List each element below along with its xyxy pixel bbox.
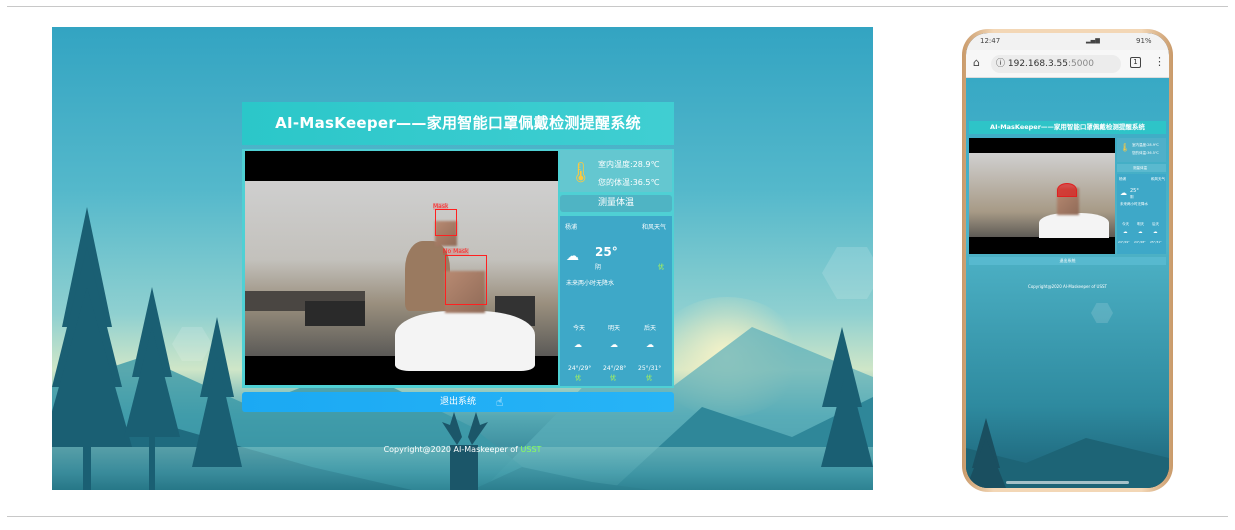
detection-box <box>435 209 457 236</box>
temperature-card: 🌡 室内温度:28.9℃ 您的体温:36.5℃ <box>560 150 672 192</box>
measure-label: 测量体温 <box>1133 166 1147 170</box>
mobile-measure-button[interactable]: 测量体温 <box>1117 164 1166 172</box>
mobile-temperature-card: 🌡 室内温度:28.9℃ 您的体温:36.5℃ <box>1117 138 1166 162</box>
home-indicator <box>1006 481 1129 484</box>
mobile-camera-scene <box>969 153 1115 238</box>
weather-provider[interactable]: 和风天气 <box>642 222 666 231</box>
copyright-highlight: USST <box>520 445 542 454</box>
camera-feed: Mask No Mask <box>245 151 558 385</box>
cloud-icon: ☁ <box>646 340 654 349</box>
main-content: Mask No Mask 🌡 室内温度:28.9℃ 您的体温:36.5℃ 测量体… <box>242 149 674 388</box>
rain-forecast: 未来两小时无降水 <box>566 280 615 287</box>
weather-city: 杨浦 <box>565 224 578 231</box>
day-label: 今天 <box>573 325 586 332</box>
mobile-weather-widget: 杨浦 和风天气 ☁ 25° 阴 未来两小时无降水 今天 明天 后天 ☁ ☁ ☁ … <box>1117 174 1166 254</box>
detection-label: Mask <box>433 203 449 210</box>
system-panel: AI-MasKeeper——家用智能口罩佩戴检测提醒系统 Mask No Mas… <box>242 102 674 412</box>
day-range: 24°/29° <box>1118 240 1130 244</box>
weather-condition: 阴 <box>1130 195 1134 199</box>
mobile-copyright: Copyright@2020 AI-Maskeeper of USST <box>1028 284 1107 289</box>
weather-provider: 和风天气 <box>1151 177 1165 181</box>
person-shirt <box>1039 213 1109 238</box>
home-icon[interactable]: ⌂ <box>973 56 980 69</box>
cloud-icon: ☁ <box>574 340 582 349</box>
day-quality: 优 <box>575 375 582 382</box>
weather-city: 杨浦 <box>1119 177 1126 181</box>
day-range: 24°/29° <box>568 365 592 372</box>
url-host: 192.168.3.55 <box>1007 59 1068 69</box>
day-range: 24°/28° <box>1134 240 1146 244</box>
measure-temperature-button[interactable]: 测量体温 <box>560 195 672 212</box>
camera-scene <box>245 181 558 371</box>
weather-widget: 杨浦 和风天气 ☁ 25° 阴 优 未来两小时无降水 今天 明天 后天 ☁ ☁ … <box>560 216 672 386</box>
signal-icon: ▂▄▆ <box>1086 37 1100 44</box>
cloud-icon: ☁ <box>566 249 579 264</box>
hexagon-decoration <box>1091 303 1113 323</box>
copyright-text: Copyright@2020 AI-Maskeeper of <box>383 445 521 454</box>
battery-level: 91% <box>1136 37 1152 45</box>
thermometer-icon: 🌡 <box>1120 143 1131 152</box>
detection-box <box>445 255 487 305</box>
info-icon: ⓘ <box>996 59 1008 69</box>
browser-address-bar: ⌂ ⓘ 192.168.3.55:5000 1 ⋮ <box>966 50 1169 78</box>
day-label: 后天 <box>644 325 657 332</box>
phone-mockup: 12:47 ▂▄▆ 91% ⌂ ⓘ 192.168.3.55:5000 1 ⋮ … <box>962 29 1173 492</box>
person-front-shirt <box>395 311 535 371</box>
indoor-temperature: 室内温度:28.9℃ <box>1132 143 1159 147</box>
body-temperature: 您的体温:36.5℃ <box>598 178 660 187</box>
phone-screen: 12:47 ▂▄▆ 91% ⌂ ⓘ 192.168.3.55:5000 1 ⋮ … <box>966 33 1169 488</box>
mobile-page-title: AI-MasKeeper——家用智能口罩佩戴检测提醒系统 <box>969 121 1166 134</box>
tabs-count-button[interactable]: 1 <box>1130 57 1141 68</box>
mobile-exit-button[interactable]: 退出系统 <box>969 257 1166 265</box>
day-label: 明天 <box>608 325 621 332</box>
cloud-icon: ☁ <box>610 340 618 349</box>
mobile-camera-feed <box>969 138 1115 254</box>
url-port: :5000 <box>1068 59 1094 69</box>
status-time: 12:47 <box>980 37 1001 45</box>
cloud-icon: ☁ <box>1153 230 1158 235</box>
day-label: 明天 <box>1137 222 1144 226</box>
day-label: 后天 <box>1152 222 1159 226</box>
mobile-page: AI-MasKeeper——家用智能口罩佩戴检测提醒系统 🌡 室内温度:28.9… <box>966 78 1169 488</box>
copyright: Copyright@2020 AI-Maskeeper of USST <box>52 445 873 454</box>
url-field[interactable]: ⓘ 192.168.3.55:5000 <box>991 55 1121 73</box>
cloud-icon: ☁ <box>1138 230 1143 235</box>
exit-system-button[interactable]: 退出系统 <box>242 392 674 412</box>
more-menu-icon[interactable]: ⋮ <box>1154 55 1165 68</box>
day-quality: 优 <box>646 375 653 382</box>
hand-cursor-icon: ☝ <box>496 395 504 409</box>
status-bar: 12:47 ▂▄▆ 91% <box>966 33 1169 50</box>
office-chair <box>305 301 365 326</box>
thermometer-icon: 🌡 <box>568 160 594 184</box>
body-temperature: 您的体温:36.5℃ <box>1132 151 1159 155</box>
indoor-temperature: 室内温度:28.9℃ <box>598 160 660 169</box>
current-temperature: 25° <box>1130 188 1139 194</box>
current-temperature: 25° <box>595 245 618 259</box>
air-quality: 优 <box>658 264 665 271</box>
cloud-icon: ☁ <box>1120 189 1127 197</box>
page-title: AI-MasKeeper——家用智能口罩佩戴检测提醒系统 <box>242 102 674 145</box>
cloud-icon: ☁ <box>1123 230 1128 235</box>
mobile-landscape <box>966 418 1169 488</box>
day-label: 今天 <box>1122 222 1129 226</box>
day-range: 25°/31° <box>638 365 662 372</box>
day-range: 25°/31° <box>1150 240 1162 244</box>
detection-label: No Mask <box>443 248 469 255</box>
desktop-screenshot: AI-MasKeeper——家用智能口罩佩戴检测提醒系统 Mask No Mas… <box>52 27 873 490</box>
bottom-divider <box>7 516 1228 517</box>
day-quality: 优 <box>610 375 617 382</box>
rain-forecast: 未来两小时无降水 <box>1120 202 1148 206</box>
weather-condition: 阴 <box>595 264 602 271</box>
mask-indicator <box>1057 183 1077 197</box>
top-divider <box>7 6 1228 7</box>
day-range: 24°/28° <box>603 365 627 372</box>
